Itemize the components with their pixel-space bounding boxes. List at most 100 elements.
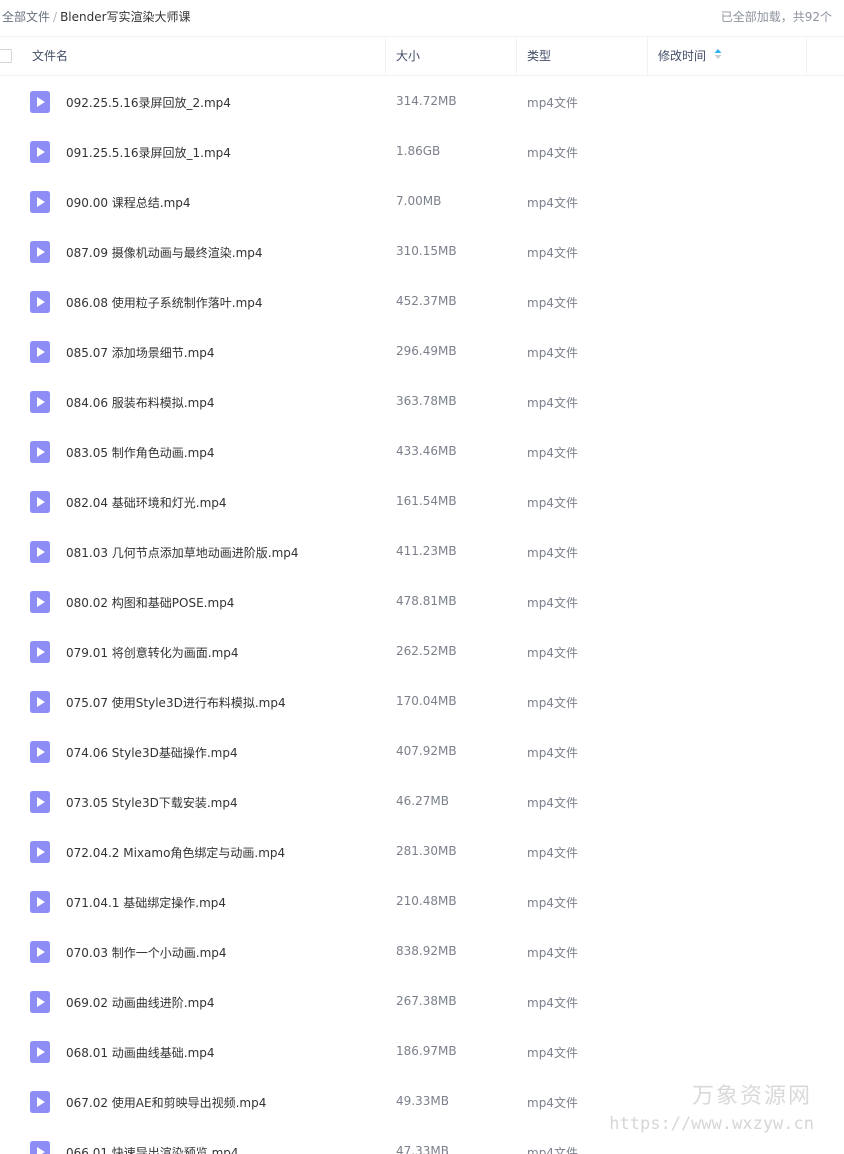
column-header-modified[interactable]: 修改时间 xyxy=(658,37,722,75)
file-size: 281.30MB xyxy=(396,844,457,858)
video-file-icon[interactable] xyxy=(30,441,50,463)
video-file-icon[interactable] xyxy=(30,991,50,1013)
file-name[interactable]: 073.05 Style3D下载安装.mp4 xyxy=(66,794,238,811)
file-row[interactable]: 090.00 课程总结.mp4 7.00MB mp4文件 xyxy=(0,177,844,227)
top-bar: 全部文件 / Blender写实渲染大师课 已全部加载，共92个 xyxy=(0,0,844,32)
column-divider[interactable] xyxy=(385,37,386,75)
breadcrumb: 全部文件 / Blender写实渲染大师课 xyxy=(2,8,191,25)
file-size: 49.33MB xyxy=(396,1094,449,1108)
file-type: mp4文件 xyxy=(527,546,578,560)
file-row[interactable]: 080.02 构图和基础POSE.mp4 478.81MB mp4文件 xyxy=(0,577,844,627)
file-type: mp4文件 xyxy=(527,1096,578,1110)
video-file-icon[interactable] xyxy=(30,191,50,213)
file-name[interactable]: 067.02 使用AE和剪映导出视频.mp4 xyxy=(66,1094,266,1111)
file-row[interactable]: 087.09 摄像机动画与最终渲染.mp4 310.15MB mp4文件 xyxy=(0,227,844,277)
column-divider[interactable] xyxy=(647,37,648,75)
video-file-icon[interactable] xyxy=(30,841,50,863)
file-name[interactable]: 091.25.5.16录屏回放_1.mp4 xyxy=(66,144,231,161)
file-name[interactable]: 080.02 构图和基础POSE.mp4 xyxy=(66,594,234,611)
file-row[interactable]: 070.03 制作一个小动画.mp4 838.92MB mp4文件 xyxy=(0,927,844,977)
file-row[interactable]: 082.04 基础环境和灯光.mp4 161.54MB mp4文件 xyxy=(0,477,844,527)
column-divider[interactable] xyxy=(806,37,807,75)
video-file-icon[interactable] xyxy=(30,741,50,763)
file-row[interactable]: 068.01 动画曲线基础.mp4 186.97MB mp4文件 xyxy=(0,1027,844,1077)
video-file-icon[interactable] xyxy=(30,341,50,363)
video-file-icon[interactable] xyxy=(30,241,50,263)
file-name[interactable]: 070.03 制作一个小动画.mp4 xyxy=(66,944,227,961)
file-row[interactable]: 085.07 添加场景细节.mp4 296.49MB mp4文件 xyxy=(0,327,844,377)
file-name[interactable]: 071.04.1 基础绑定操作.mp4 xyxy=(66,894,226,911)
file-type: mp4文件 xyxy=(527,1046,578,1060)
video-file-icon[interactable] xyxy=(30,541,50,563)
file-name[interactable]: 084.06 服装布料模拟.mp4 xyxy=(66,394,215,411)
load-status-text: 已全部加载，共92个 xyxy=(720,10,832,24)
file-name[interactable]: 086.08 使用粒子系统制作落叶.mp4 xyxy=(66,294,263,311)
breadcrumb-root-link[interactable]: 全部文件 xyxy=(2,10,50,24)
file-name[interactable]: 083.05 制作角色动画.mp4 xyxy=(66,444,215,461)
video-file-icon[interactable] xyxy=(30,941,50,963)
video-file-icon[interactable] xyxy=(30,91,50,113)
video-file-icon[interactable] xyxy=(30,291,50,313)
file-size: 161.54MB xyxy=(396,494,457,508)
video-file-icon[interactable] xyxy=(30,691,50,713)
file-size: 478.81MB xyxy=(396,594,457,608)
file-size: 407.92MB xyxy=(396,744,457,758)
select-all-checkbox[interactable] xyxy=(0,49,12,63)
file-type: mp4文件 xyxy=(527,596,578,610)
file-row[interactable]: 074.06 Style3D基础操作.mp4 407.92MB mp4文件 xyxy=(0,727,844,777)
file-name[interactable]: 092.25.5.16录屏回放_2.mp4 xyxy=(66,94,231,111)
video-file-icon[interactable] xyxy=(30,891,50,913)
file-name[interactable]: 081.03 几何节点添加草地动画进阶版.mp4 xyxy=(66,544,299,561)
file-row[interactable]: 084.06 服装布料模拟.mp4 363.78MB mp4文件 xyxy=(0,377,844,427)
file-row[interactable]: 067.02 使用AE和剪映导出视频.mp4 49.33MB mp4文件 xyxy=(0,1077,844,1127)
file-name[interactable]: 068.01 动画曲线基础.mp4 xyxy=(66,1044,215,1061)
file-row[interactable]: 086.08 使用粒子系统制作落叶.mp4 452.37MB mp4文件 xyxy=(0,277,844,327)
file-row[interactable]: 083.05 制作角色动画.mp4 433.46MB mp4文件 xyxy=(0,427,844,477)
video-file-icon[interactable] xyxy=(30,791,50,813)
column-header-type[interactable]: 类型 xyxy=(527,37,551,75)
file-type: mp4文件 xyxy=(527,896,578,910)
file-name[interactable]: 075.07 使用Style3D进行布料模拟.mp4 xyxy=(66,694,286,711)
video-file-icon[interactable] xyxy=(30,1041,50,1063)
video-file-icon[interactable] xyxy=(30,1141,50,1154)
file-type: mp4文件 xyxy=(527,996,578,1010)
video-file-icon[interactable] xyxy=(30,641,50,663)
file-name[interactable]: 085.07 添加场景细节.mp4 xyxy=(66,344,215,361)
file-row[interactable]: 066.01 快速导出渲染预览.mp4 47.33MB mp4文件 xyxy=(0,1127,844,1154)
video-file-icon[interactable] xyxy=(30,391,50,413)
file-type: mp4文件 xyxy=(527,96,578,110)
file-row[interactable]: 071.04.1 基础绑定操作.mp4 210.48MB mp4文件 xyxy=(0,877,844,927)
file-name[interactable]: 082.04 基础环境和灯光.mp4 xyxy=(66,494,227,511)
file-name[interactable]: 066.01 快速导出渲染预览.mp4 xyxy=(66,1144,239,1154)
video-file-icon[interactable] xyxy=(30,141,50,163)
sort-arrows-icon[interactable] xyxy=(714,37,722,75)
file-type: mp4文件 xyxy=(527,946,578,960)
column-header-modified-label: 修改时间 xyxy=(658,49,707,63)
file-row[interactable]: 081.03 几何节点添加草地动画进阶版.mp4 411.23MB mp4文件 xyxy=(0,527,844,577)
breadcrumb-separator: / xyxy=(53,10,58,24)
file-row[interactable]: 091.25.5.16录屏回放_1.mp4 1.86GB mp4文件 xyxy=(0,127,844,177)
file-name[interactable]: 087.09 摄像机动画与最终渲染.mp4 xyxy=(66,244,263,261)
video-file-icon[interactable] xyxy=(30,591,50,613)
file-row[interactable]: 079.01 将创意转化为画面.mp4 262.52MB mp4文件 xyxy=(0,627,844,677)
file-row[interactable]: 092.25.5.16录屏回放_2.mp4 314.72MB mp4文件 xyxy=(0,77,844,127)
file-name[interactable]: 072.04.2 Mixamo角色绑定与动画.mp4 xyxy=(66,844,285,861)
file-name[interactable]: 074.06 Style3D基础操作.mp4 xyxy=(66,744,238,761)
file-row[interactable]: 072.04.2 Mixamo角色绑定与动画.mp4 281.30MB mp4文件 xyxy=(0,827,844,877)
file-row[interactable]: 075.07 使用Style3D进行布料模拟.mp4 170.04MB mp4文件 xyxy=(0,677,844,727)
column-divider[interactable] xyxy=(516,37,517,75)
breadcrumb-current-folder: Blender写实渲染大师课 xyxy=(60,10,191,24)
file-name[interactable]: 090.00 课程总结.mp4 xyxy=(66,194,191,211)
file-row[interactable]: 069.02 动画曲线进阶.mp4 267.38MB mp4文件 xyxy=(0,977,844,1027)
file-name[interactable]: 079.01 将创意转化为画面.mp4 xyxy=(66,644,239,661)
video-file-icon[interactable] xyxy=(30,1091,50,1113)
file-type: mp4文件 xyxy=(527,846,578,860)
file-row[interactable]: 073.05 Style3D下载安装.mp4 46.27MB mp4文件 xyxy=(0,777,844,827)
column-header-name[interactable]: 文件名 xyxy=(32,37,68,75)
file-size: 170.04MB xyxy=(396,694,457,708)
video-file-icon[interactable] xyxy=(30,491,50,513)
file-name[interactable]: 069.02 动画曲线进阶.mp4 xyxy=(66,994,215,1011)
column-header-size[interactable]: 大小 xyxy=(396,37,420,75)
file-type: mp4文件 xyxy=(527,346,578,360)
file-size: 210.48MB xyxy=(396,894,457,908)
